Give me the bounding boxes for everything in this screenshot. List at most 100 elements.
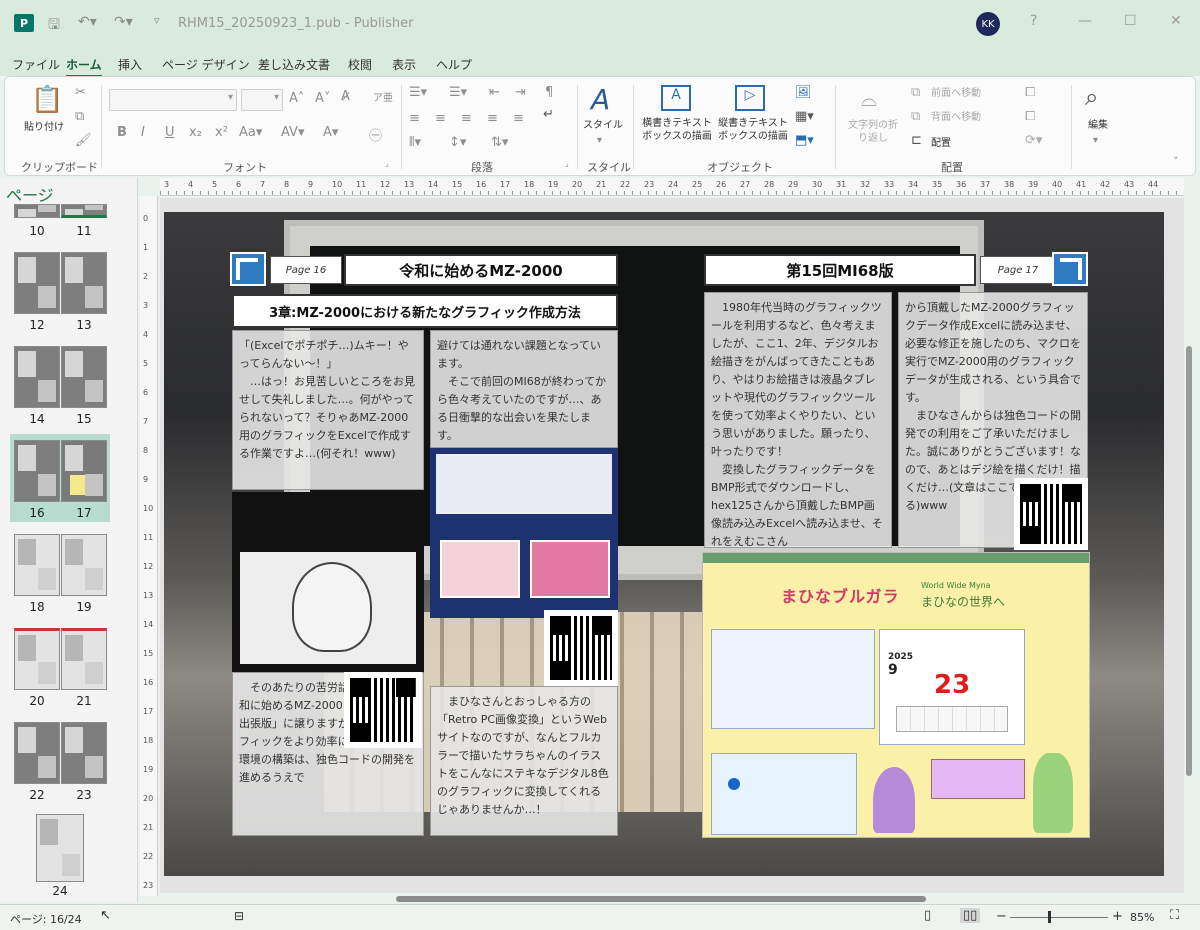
close-button[interactable]: ✕ xyxy=(1170,13,1182,29)
two-page-spread-icon[interactable]: ▯▯ xyxy=(960,908,981,923)
page-thumbnail[interactable] xyxy=(61,628,107,690)
page-thumbnail[interactable] xyxy=(61,534,107,596)
save-icon[interactable]: 🖫 xyxy=(48,14,60,38)
chapter-heading[interactable]: 3章:MZ-2000における新たなグラフィック作成方法 xyxy=(232,294,618,328)
qr-code-left-1[interactable] xyxy=(344,672,422,748)
font-color-icon[interactable]: A▾ xyxy=(323,125,338,140)
page-thumbnail[interactable] xyxy=(14,204,60,218)
horizontal-textbox-icon[interactable]: A xyxy=(661,85,691,111)
send-backward-icon[interactable]: ⧉ xyxy=(911,109,920,124)
bring-forward-icon[interactable]: ⧉ xyxy=(911,85,920,100)
numbering-icon[interactable]: ☰▾ xyxy=(449,85,467,100)
help-button[interactable]: ? xyxy=(1030,13,1037,29)
format-painter-icon[interactable]: 🖌 xyxy=(75,133,92,148)
grow-font-icon[interactable]: A˄ xyxy=(289,91,304,106)
page-thumbnail[interactable] xyxy=(61,204,107,218)
columns-icon[interactable]: ⫴▾ xyxy=(409,135,421,150)
align-center-icon[interactable]: ≡ xyxy=(435,111,446,126)
page-thumbnail[interactable] xyxy=(14,346,60,408)
tab-help[interactable]: ヘルプ xyxy=(436,56,472,73)
tab-page-design[interactable]: ページ デザイン xyxy=(162,56,250,73)
account-avatar[interactable]: KK xyxy=(976,12,1000,36)
font-dialog-launcher-icon[interactable]: ⌟ xyxy=(385,159,389,168)
page-thumbnail[interactable] xyxy=(14,628,60,690)
single-page-view-icon[interactable]: ▯ xyxy=(924,908,931,923)
subscript-icon[interactable]: x₂ xyxy=(189,125,202,140)
change-case-icon[interactable]: Aa▾ xyxy=(239,125,262,140)
paste-icon[interactable]: 📋 xyxy=(31,85,63,115)
tab-home[interactable]: ホーム xyxy=(66,56,102,77)
mahina-website-screenshot[interactable]: まひなブルガラ World Wide Myna まひなの世界へ 2025 9 2… xyxy=(702,552,1090,838)
cut-icon[interactable]: ✂ xyxy=(75,85,86,100)
undo-icon[interactable]: ↶▾ xyxy=(78,14,97,30)
page-thumbnail-10-11[interactable] xyxy=(14,204,107,218)
tab-view[interactable]: 表示 xyxy=(392,56,416,73)
bullets-icon[interactable]: ☰▾ xyxy=(409,85,427,100)
paste-label[interactable]: 貼り付け xyxy=(19,121,69,134)
wrap-text-icon[interactable]: ⌓ xyxy=(861,87,877,111)
page-thumbnail[interactable] xyxy=(14,252,60,314)
superscript-icon[interactable]: x² xyxy=(215,125,228,140)
enclose-character-icon[interactable]: ㊀ xyxy=(369,125,382,144)
send-backward-label[interactable]: 背面へ移動 xyxy=(931,111,981,124)
page-thumbnail[interactable] xyxy=(61,722,107,784)
vertical-ruler[interactable]: 0 1 2 3 4 5 6 7 8 9 10 11 12 13 14 15 16 17 18 19 20 21 22 23 xyxy=(140,196,158,896)
line-break-icon[interactable]: ↵ xyxy=(543,107,554,122)
page-thumbnail[interactable] xyxy=(14,440,60,502)
bold-icon[interactable]: B xyxy=(117,125,127,140)
page-thumbnail-24[interactable] xyxy=(36,814,84,882)
collapse-ribbon-icon[interactable]: ˅ xyxy=(1173,155,1179,168)
text-direction-icon[interactable]: ⇅▾ xyxy=(491,135,508,150)
page-thumbnail[interactable] xyxy=(14,722,60,784)
align-objects-label[interactable]: 配置 xyxy=(931,137,951,150)
website-screenshot-image[interactable] xyxy=(430,448,618,618)
align-right-icon[interactable]: ≡ xyxy=(461,111,472,126)
copy-icon[interactable]: ⧉ xyxy=(75,109,84,124)
vertical-textbox-label[interactable]: 縦書きテキスト ボックスの描画 xyxy=(715,117,791,143)
paragraph-dialog-launcher-icon[interactable]: ⌟ xyxy=(565,159,569,168)
styles-icon[interactable]: A xyxy=(591,83,610,116)
page-thumbnail-18-19[interactable] xyxy=(14,534,107,596)
page-thumbnail-22-23[interactable] xyxy=(14,722,107,784)
find-icon[interactable]: ⌕ xyxy=(1085,83,1098,111)
tab-review[interactable]: 校閲 xyxy=(348,56,372,73)
fit-page-icon[interactable]: ⛶ xyxy=(1170,908,1179,923)
horizontal-ruler[interactable]: 3 4 5 6 7 8 9 10 11 12 13 14 15 16 17 18 19 20 21 22 23 24 25 2… xyxy=(160,178,1184,196)
font-name-dropdown[interactable] xyxy=(109,89,237,111)
shapes-icon[interactable]: ⬒▾ xyxy=(795,133,814,148)
qat-customize-icon[interactable]: ▿ xyxy=(154,14,160,27)
group-icon[interactable]: ⧠ xyxy=(1025,85,1035,100)
zoom-slider-thumb[interactable] xyxy=(1048,911,1051,923)
italic-icon[interactable]: I xyxy=(141,125,145,140)
line-spacing-icon[interactable]: ↕▾ xyxy=(449,135,466,150)
underline-icon[interactable]: U xyxy=(165,125,175,140)
styles-button-label[interactable]: スタイル xyxy=(581,119,625,132)
font-size-dropdown[interactable] xyxy=(241,89,283,111)
horizontal-textbox-label[interactable]: 横書きテキスト ボックスの描画 xyxy=(639,117,715,143)
bring-forward-label[interactable]: 前面へ移動 xyxy=(931,87,981,100)
styles-chevron-icon[interactable]: ▾ xyxy=(597,135,602,146)
page-thumbnail-20-21[interactable] xyxy=(14,628,107,690)
page-thumbnail[interactable] xyxy=(61,440,107,502)
left-col2-bottom-text[interactable]: まひなさんとおっしゃる方の「Retro PC画像変換」というWebサイトなのです… xyxy=(430,686,618,836)
vertical-scrollbar[interactable] xyxy=(1186,346,1192,776)
qr-code-left-2[interactable] xyxy=(544,610,618,686)
edit-label[interactable]: 編集 xyxy=(1081,119,1115,132)
redo-icon[interactable]: ↷▾ xyxy=(114,14,133,30)
publication-spread[interactable]: Page 16 令和に始めるMZ-2000 3章:MZ-2000における新たなグ… xyxy=(164,212,1164,876)
page-thumbnail-12-13[interactable] xyxy=(14,252,107,314)
zoom-out-button[interactable]: − xyxy=(996,909,1007,924)
minimize-button[interactable]: — xyxy=(1078,13,1092,29)
table-icon[interactable]: ▦▾ xyxy=(795,109,814,124)
tab-file[interactable]: ファイル xyxy=(12,56,60,73)
wrap-text-label[interactable]: 文字列の折 り返し xyxy=(841,119,905,145)
page-thumbnail[interactable] xyxy=(61,252,107,314)
tweet-screenshot-image[interactable] xyxy=(232,492,424,672)
page-thumbnail[interactable] xyxy=(61,346,107,408)
align-objects-icon[interactable]: ⊏ xyxy=(911,133,922,148)
tab-mailings[interactable]: 差し込み文書 xyxy=(258,56,330,73)
show-marks-icon[interactable]: ¶ xyxy=(545,85,553,100)
edit-chevron-icon[interactable]: ▾ xyxy=(1093,135,1098,146)
decrease-indent-icon[interactable]: ⇤ xyxy=(489,85,500,100)
distributed-icon[interactable]: ≡ xyxy=(513,111,524,126)
